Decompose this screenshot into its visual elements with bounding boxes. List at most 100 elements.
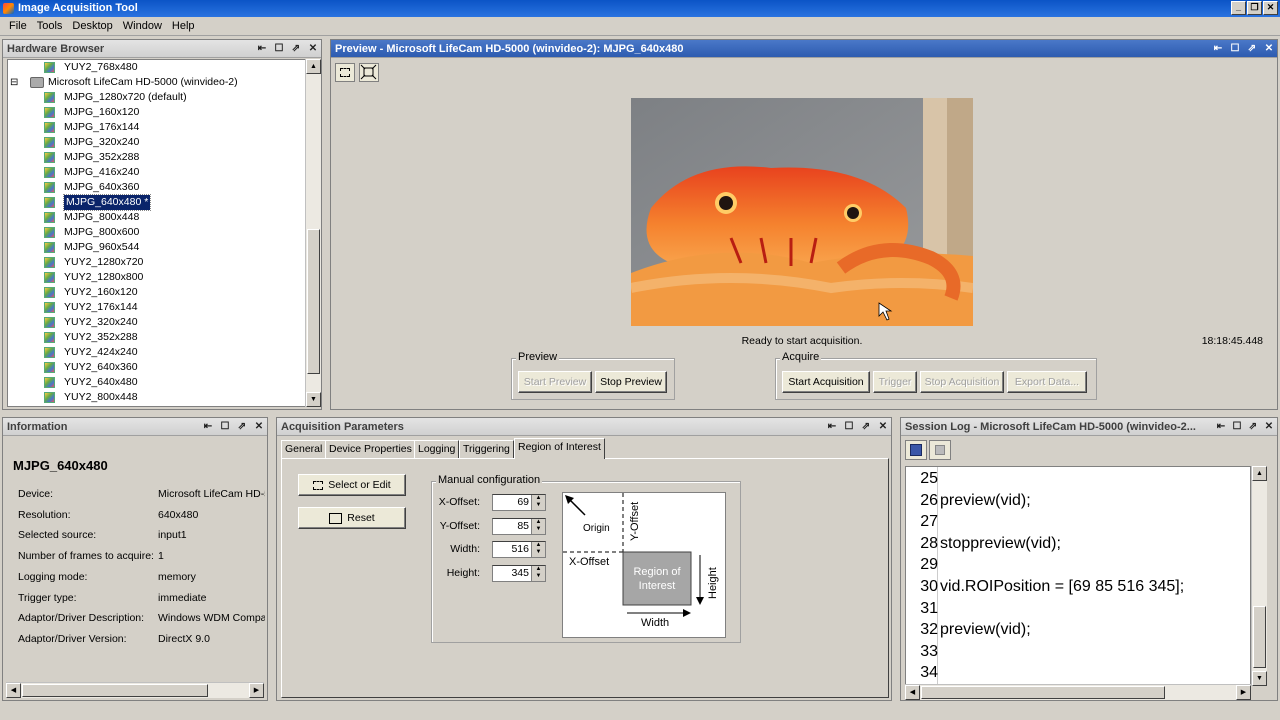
tab-device-properties[interactable]: Device Properties xyxy=(325,440,416,458)
tree-item[interactable]: YUY2_160x120 xyxy=(8,285,308,300)
trigger-button[interactable]: Trigger xyxy=(873,371,917,393)
popout-icon[interactable]: ⇗ xyxy=(237,420,247,433)
maximize-icon[interactable]: ☐ xyxy=(1230,42,1240,55)
select-or-edit-label: Select or Edit xyxy=(328,479,391,491)
tree-item[interactable]: MJPG_960x544 xyxy=(8,240,308,255)
tree-item[interactable]: YUY2_352x288 xyxy=(8,330,308,345)
close-icon[interactable]: ✕ xyxy=(1264,420,1274,433)
scroll-right-button[interactable]: ▶ xyxy=(249,683,264,698)
roi-field-spinner[interactable]: 516 ▲ ▼ xyxy=(492,541,546,558)
export-data-button[interactable]: Export Data... xyxy=(1007,371,1087,393)
maximize-icon[interactable]: ☐ xyxy=(274,42,284,55)
start-acquisition-button[interactable]: Start Acquisition xyxy=(782,371,870,393)
roi-field-spinner[interactable]: 345 ▲ ▼ xyxy=(492,564,546,582)
spinner-arrows-icon[interactable]: ▲ ▼ xyxy=(531,495,545,510)
start-preview-button[interactable]: Start Preview xyxy=(518,371,592,393)
fit-view-tool-button[interactable] xyxy=(359,63,379,82)
close-button[interactable]: ✕ xyxy=(1263,1,1278,15)
tree-item[interactable]: YUY2_640x360 xyxy=(8,360,308,375)
tree-item[interactable]: MJPG_416x240 xyxy=(8,165,308,180)
scroll-down-button[interactable]: ▼ xyxy=(306,392,321,407)
roi-field-spinner[interactable]: 85 ▲ ▼ xyxy=(492,517,546,535)
close-icon[interactable]: ✕ xyxy=(308,42,318,55)
undock-icon[interactable]: ⇤ xyxy=(1213,42,1223,55)
tree-item[interactable]: YUY2_424x240 xyxy=(8,345,308,360)
undock-icon[interactable]: ⇤ xyxy=(1216,420,1226,433)
collapse-icon[interactable]: ⊟ xyxy=(10,75,18,90)
tab-triggering[interactable]: Triggering xyxy=(459,440,514,458)
tree-item[interactable]: MJPG_352x288 xyxy=(8,150,308,165)
maximize-icon[interactable]: ☐ xyxy=(220,420,230,433)
minimize-button[interactable]: _ xyxy=(1231,1,1246,15)
save-log-button[interactable] xyxy=(905,440,927,460)
tree-item[interactable]: YUY2_640x480 xyxy=(8,375,308,390)
scroll-left-button[interactable]: ◀ xyxy=(6,683,21,698)
tab-region-of-interest[interactable]: Region of Interest xyxy=(514,438,605,459)
tree-item-label: MJPG_640x480 * xyxy=(62,194,152,211)
tree-item[interactable]: YUY2_800x448 xyxy=(8,390,308,405)
close-icon[interactable]: ✕ xyxy=(254,420,264,433)
tree-item[interactable]: YUY2_1280x800 xyxy=(8,270,308,285)
copy-log-button[interactable] xyxy=(929,440,951,460)
tree-item[interactable]: YUY2_320x240 xyxy=(8,315,308,330)
hardware-vertical-scrollbar[interactable]: ▲ ▼ xyxy=(305,59,321,407)
scroll-up-button[interactable]: ▲ xyxy=(306,59,321,74)
scroll-up-button[interactable]: ▲ xyxy=(1252,466,1267,481)
tree-item[interactable]: MJPG_176x144 xyxy=(8,120,308,135)
popout-icon[interactable]: ⇗ xyxy=(1247,42,1257,55)
tree-item[interactable]: MJPG_800x448 xyxy=(8,210,308,225)
tab-logging[interactable]: Logging xyxy=(414,440,460,458)
close-icon[interactable]: ✕ xyxy=(878,420,888,433)
session-log-code-view[interactable]: 25 26 preview(vid); 27 28 stoppreview(vid); 29… xyxy=(905,466,1251,686)
tree-item[interactable]: MJPG_800x600 xyxy=(8,225,308,240)
menu-help[interactable]: Help xyxy=(167,20,200,32)
session-log-horizontal-scrollbar[interactable]: ◀ ▶ xyxy=(905,684,1251,700)
restore-button[interactable]: ❐ xyxy=(1247,1,1262,15)
popout-icon[interactable]: ⇗ xyxy=(291,42,301,55)
tree-item[interactable]: YUY2_1280x720 xyxy=(8,255,308,270)
tree-item[interactable]: ⊟ Microsoft LifeCam HD-5000 (winvideo-2) xyxy=(8,75,308,90)
close-icon[interactable]: ✕ xyxy=(1264,42,1274,55)
popout-icon[interactable]: ⇗ xyxy=(861,420,871,433)
hardware-tree[interactable]: YUY2_768x480 ⊟ Microsoft LifeCam HD-5000 (… xyxy=(7,59,309,407)
roi-select-tool-button[interactable] xyxy=(335,63,355,82)
scroll-left-button[interactable]: ◀ xyxy=(905,685,920,700)
tree-item[interactable]: MJPG_160x120 xyxy=(8,105,308,120)
tree-item[interactable]: YUY2_176x144 xyxy=(8,300,308,315)
spinner-arrows-icon[interactable]: ▲ ▼ xyxy=(531,542,545,557)
information-horizontal-scrollbar[interactable]: ◀ ▶ xyxy=(6,682,264,698)
session-log-vertical-scrollbar[interactable]: ▲ ▼ xyxy=(1251,466,1267,686)
roi-field-spinner[interactable]: 69 ▲ ▼ xyxy=(492,494,546,511)
spinner-arrows-icon[interactable]: ▲ ▼ xyxy=(531,518,545,534)
horizontal-scroll-thumb[interactable] xyxy=(22,684,208,697)
menu-window[interactable]: Window xyxy=(118,20,167,32)
menu-tools[interactable]: Tools xyxy=(32,20,68,32)
popout-icon[interactable]: ⇗ xyxy=(1248,420,1258,433)
undock-icon[interactable]: ⇤ xyxy=(257,42,267,55)
scroll-down-button[interactable]: ▼ xyxy=(1252,671,1267,686)
tree-item[interactable]: MJPG_640x480 * xyxy=(8,194,308,211)
tree-item-label: MJPG_320x240 xyxy=(64,136,140,148)
menu-file[interactable]: File xyxy=(4,20,32,32)
tree-item[interactable]: MJPG_320x240 xyxy=(8,135,308,150)
roi-field-label: X-Offset: xyxy=(438,496,480,508)
select-or-edit-button[interactable]: Select or Edit xyxy=(298,474,406,496)
undock-icon[interactable]: ⇤ xyxy=(203,420,213,433)
menu-desktop[interactable]: Desktop xyxy=(67,20,117,32)
spinner-arrows-icon[interactable]: ▲ ▼ xyxy=(531,565,545,581)
scroll-right-button[interactable]: ▶ xyxy=(1236,685,1251,700)
code-text: stoppreview(vid); xyxy=(940,534,1061,552)
stop-preview-button[interactable]: Stop Preview xyxy=(595,371,667,393)
maximize-icon[interactable]: ☐ xyxy=(1232,420,1242,433)
scroll-thumb[interactable] xyxy=(307,229,320,374)
tree-item[interactable]: YUY2_768x480 xyxy=(8,60,308,75)
stop-acquisition-button[interactable]: Stop Acquisition xyxy=(920,371,1004,393)
tab-general[interactable]: General xyxy=(281,440,327,458)
scroll-thumb[interactable] xyxy=(1253,606,1266,668)
reset-button[interactable]: Reset xyxy=(298,507,406,529)
tree-item[interactable]: MJPG_1280x720 (default) xyxy=(8,90,308,105)
undock-icon[interactable]: ⇤ xyxy=(827,420,837,433)
horizontal-scroll-thumb[interactable] xyxy=(921,686,1165,699)
maximize-icon[interactable]: ☐ xyxy=(844,420,854,433)
tree-item[interactable]: MJPG_640x360 xyxy=(8,180,308,195)
